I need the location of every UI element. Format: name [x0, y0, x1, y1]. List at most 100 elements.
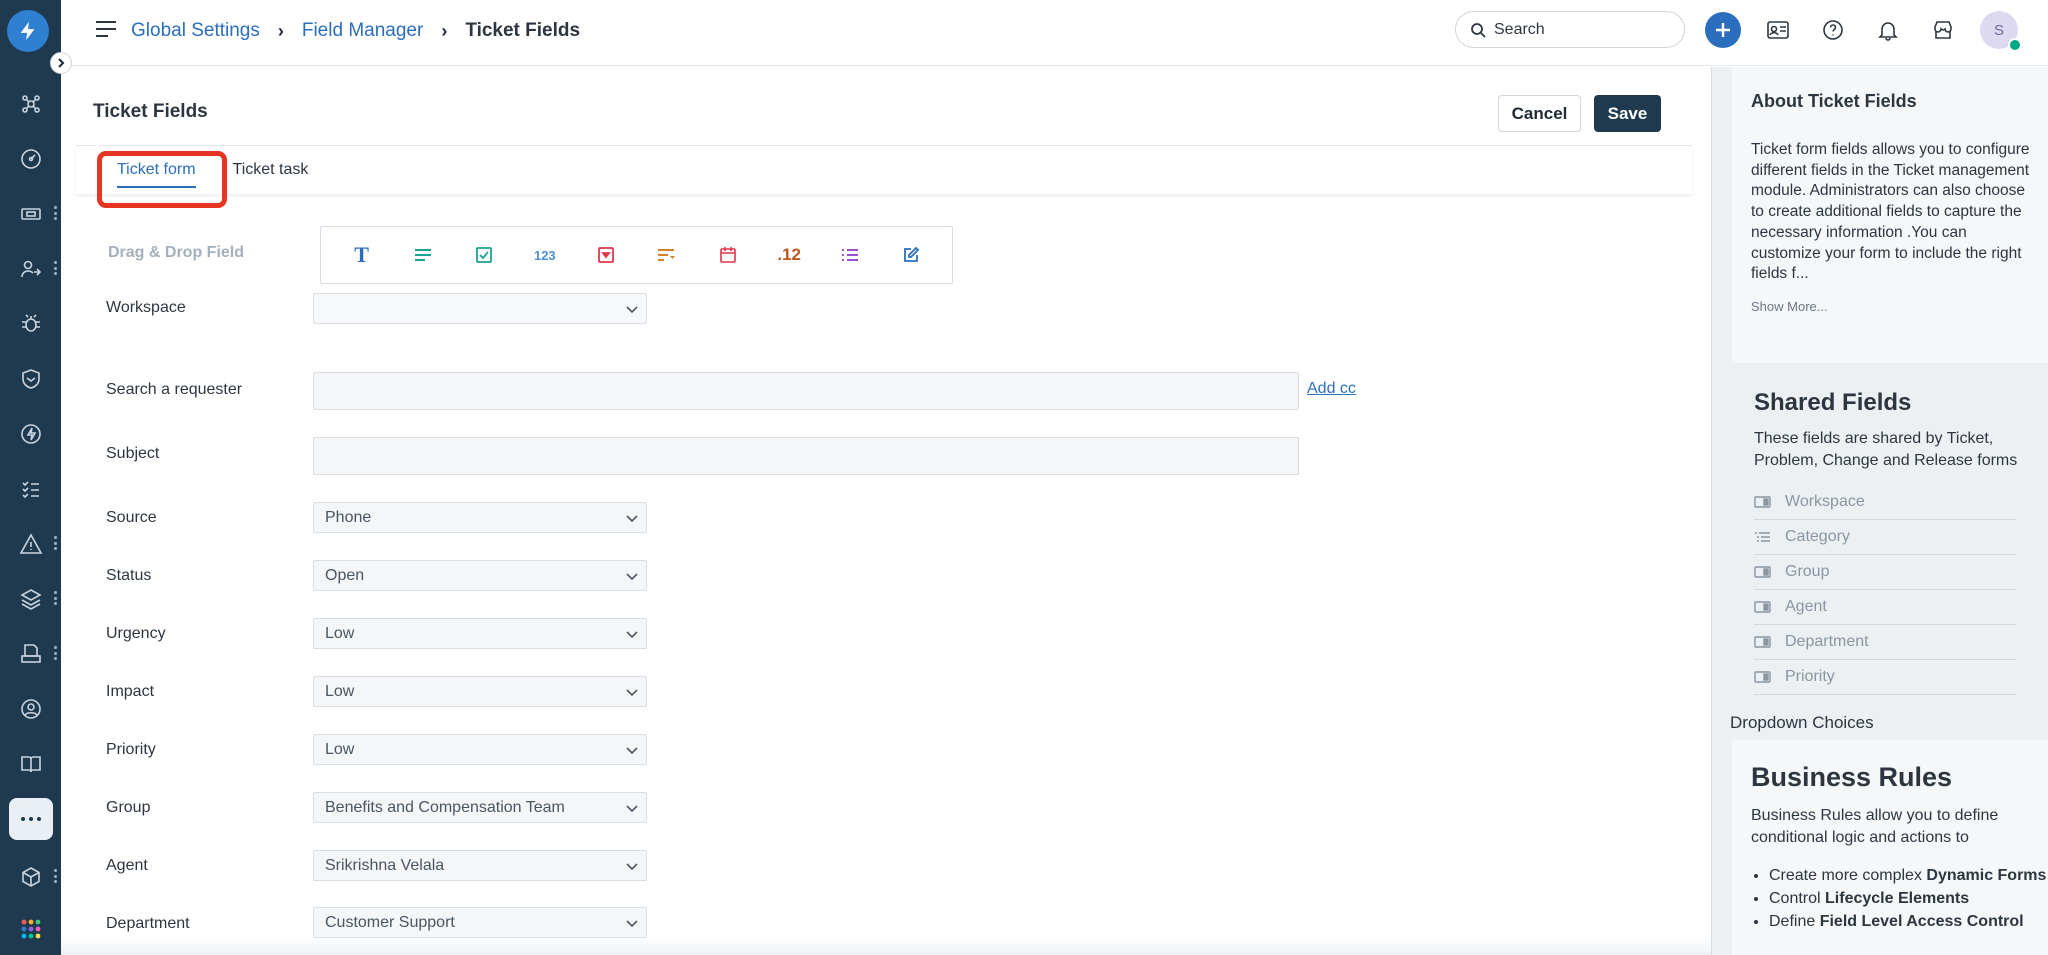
source-select[interactable]: Phone — [313, 502, 647, 533]
decimal-field-text: .12 — [777, 245, 802, 264]
cancel-button[interactable]: Cancel — [1498, 95, 1581, 132]
impact-label: Impact — [106, 683, 155, 700]
ticket-icon[interactable] — [0, 192, 61, 236]
priority-select[interactable]: Low — [313, 734, 647, 765]
bug-icon[interactable] — [0, 302, 61, 346]
book-icon[interactable] — [0, 742, 61, 786]
nested-dropdown-field-icon[interactable] — [649, 237, 685, 273]
urgency-select[interactable]: Low — [313, 618, 647, 649]
shared-field-category[interactable]: Category — [1754, 520, 2016, 555]
user-swap-icon[interactable] — [0, 247, 61, 291]
online-status-indicator — [2008, 38, 2022, 52]
group-select[interactable]: Benefits and Compensation Team — [313, 792, 647, 823]
tab-ticket-task[interactable]: Ticket task — [233, 147, 309, 194]
checklist-icon[interactable] — [0, 467, 61, 511]
business-rules-list: Create more complex Dynamic Forms Contro… — [1751, 864, 2048, 933]
cube-icon[interactable] — [0, 855, 61, 899]
priority-value: Low — [325, 740, 355, 758]
status-select[interactable]: Open — [313, 560, 647, 591]
subject-input[interactable] — [313, 437, 1299, 475]
dropdown-field-icon — [1754, 601, 1771, 613]
list-item: Control Lifecycle Elements — [1769, 887, 2048, 910]
shared-field-department[interactable]: Department — [1754, 625, 2016, 660]
contact-card-icon[interactable] — [1760, 12, 1796, 48]
number-field-text: 123 — [533, 247, 556, 263]
dropdown-field-icon — [1754, 566, 1771, 578]
dropdown-field-icon — [1754, 671, 1771, 683]
text-field-icon[interactable]: T — [344, 237, 380, 273]
expand-sidebar-button[interactable] — [50, 52, 72, 74]
avatar-initial: S — [1993, 21, 2004, 39]
marketplace-icon[interactable] — [1925, 12, 1961, 48]
status-value: Open — [325, 566, 365, 584]
chevron-down-icon — [626, 805, 638, 813]
dropdown-field-icon[interactable] — [588, 237, 624, 273]
shield-icon[interactable] — [0, 357, 61, 401]
shared-field-agent[interactable]: Agent — [1754, 590, 2016, 625]
apps-grid-icon[interactable] — [0, 907, 61, 951]
search-placeholder: Search — [1494, 20, 1545, 38]
avatar[interactable]: S — [1980, 11, 2022, 52]
number-field-icon[interactable]: 123 — [527, 237, 563, 273]
save-button[interactable]: Save — [1594, 95, 1661, 132]
source-label: Source — [106, 509, 157, 526]
multiselect-field-icon[interactable] — [832, 237, 868, 273]
shared-field-label: Group — [1785, 563, 1830, 580]
shared-field-label: Department — [1785, 633, 1869, 650]
page-title: Ticket Fields — [93, 101, 208, 122]
date-field-icon[interactable] — [710, 237, 746, 273]
chevron-down-icon — [626, 306, 638, 314]
search-input[interactable]: Search — [1455, 11, 1685, 48]
shared-field-label: Priority — [1785, 668, 1835, 685]
shared-field-group[interactable]: Group — [1754, 555, 2016, 590]
add-new-button[interactable] — [1705, 12, 1741, 48]
group-value: Benefits and Compensation Team — [325, 798, 565, 816]
list-item: Create more complex Dynamic Forms — [1769, 864, 2048, 887]
chevron-down-icon — [626, 515, 638, 523]
bolt-logo-icon[interactable] — [7, 10, 49, 52]
chevron-down-icon — [626, 747, 638, 755]
agent-value: Srikrishna Velala — [325, 856, 445, 874]
drag-drop-label: Drag & Drop Field — [108, 244, 245, 261]
workspace-label: Workspace — [106, 299, 186, 316]
bug-cluster-icon[interactable] — [0, 82, 61, 126]
chevron-right-icon: › — [441, 20, 448, 41]
printer-icon[interactable] — [0, 632, 61, 676]
shared-field-priority[interactable]: Priority — [1754, 660, 2016, 695]
layers-icon[interactable] — [0, 577, 61, 621]
hamburger-menu-icon[interactable] — [95, 20, 117, 43]
about-section: About Ticket Fields Ticket form fields a… — [1732, 67, 2048, 363]
rich-text-field-icon[interactable] — [893, 237, 929, 273]
breadcrumb-global-settings[interactable]: Global Settings — [131, 20, 260, 42]
support-icon[interactable] — [0, 687, 61, 731]
requester-label: Search a requester — [106, 381, 243, 398]
group-label: Group — [106, 799, 151, 816]
requester-input[interactable] — [313, 372, 1299, 410]
impact-select[interactable]: Low — [313, 676, 647, 707]
decimal-field-icon[interactable]: .12 — [771, 237, 807, 273]
add-cc-link[interactable]: Add cc — [1307, 380, 1356, 398]
workspace-select[interactable] — [313, 293, 647, 324]
help-icon[interactable] — [1815, 12, 1851, 48]
impact-value: Low — [325, 682, 355, 700]
chevron-down-icon — [626, 573, 638, 581]
status-label: Status — [106, 567, 152, 584]
more-icon[interactable] — [0, 797, 61, 841]
dropdown-field-icon — [1754, 636, 1771, 648]
checkbox-field-icon[interactable] — [466, 237, 502, 273]
agent-select[interactable]: Srikrishna Velala — [313, 850, 647, 881]
shared-field-workspace[interactable]: Workspace — [1754, 485, 2016, 520]
breadcrumb-field-manager[interactable]: Field Manager — [302, 20, 423, 42]
department-label: Department — [106, 915, 190, 932]
paragraph-field-icon[interactable] — [405, 237, 441, 273]
dashboard-icon[interactable] — [0, 137, 61, 181]
business-rules-body: Business Rules allow you to define condi… — [1751, 807, 1999, 846]
list-field-icon — [1754, 531, 1771, 543]
notification-bell-icon[interactable] — [1870, 12, 1906, 48]
lightning-icon[interactable] — [0, 412, 61, 456]
department-select[interactable]: Customer Support — [313, 907, 647, 938]
show-more-link[interactable]: Show More... — [1751, 299, 2048, 314]
subject-label: Subject — [106, 445, 160, 462]
alert-icon[interactable] — [0, 522, 61, 566]
dropdown-choices-heading: Dropdown Choices — [1730, 713, 1874, 732]
